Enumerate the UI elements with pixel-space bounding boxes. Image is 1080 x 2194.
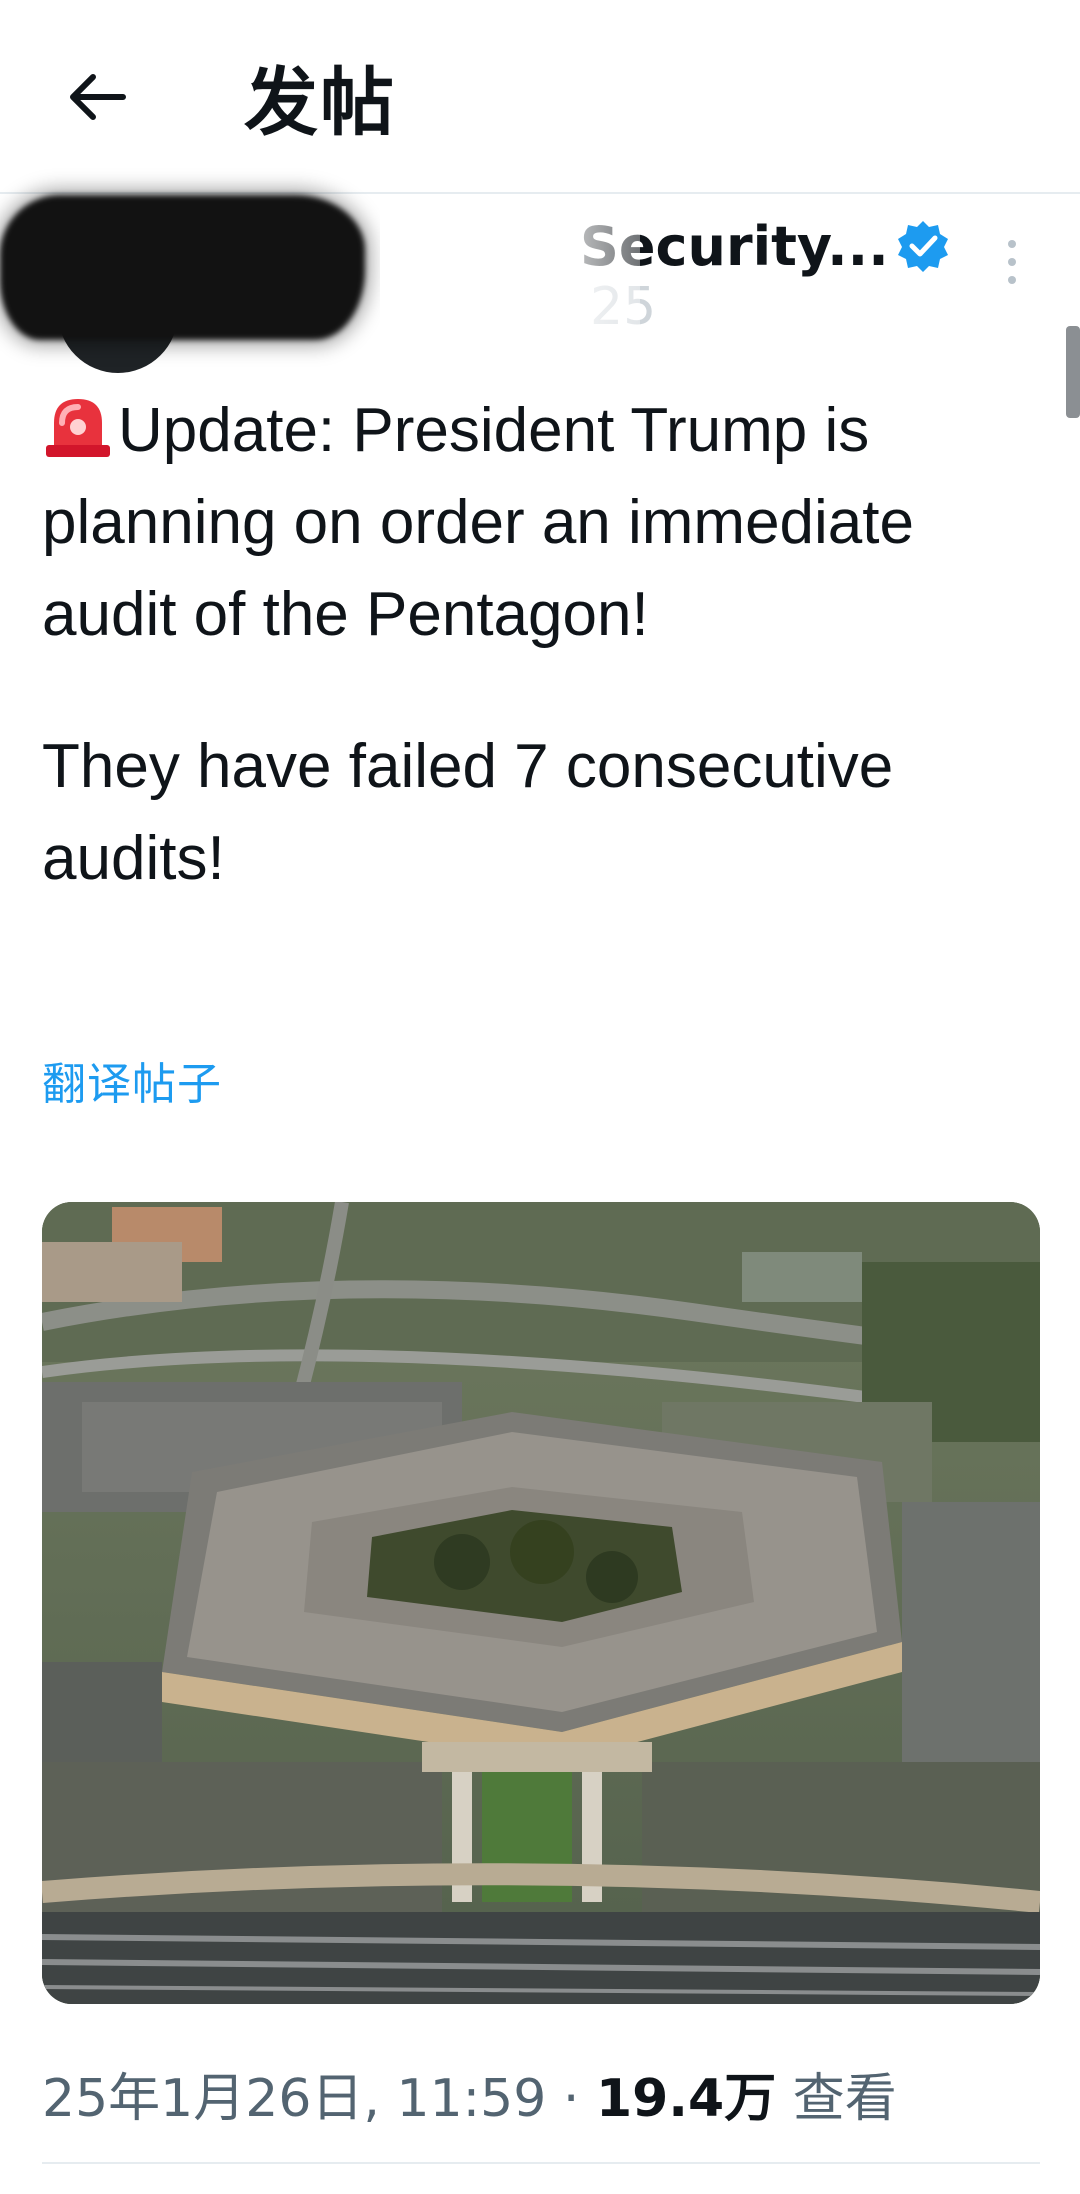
top-bar: 发帖 bbox=[0, 0, 1080, 194]
post-image[interactable] bbox=[42, 1202, 1040, 2004]
view-count[interactable]: 19.4万 bbox=[596, 2069, 776, 2129]
meta-dot: · bbox=[546, 2069, 596, 2129]
post-metadata: 25年1月26日, 11:59 · 19.4万 查看 bbox=[42, 2056, 897, 2131]
more-dots-icon bbox=[1008, 240, 1016, 248]
redaction-blur bbox=[0, 195, 365, 340]
translate-post-link[interactable]: 翻译帖子 bbox=[42, 1048, 222, 1112]
page-title: 发帖 bbox=[244, 60, 396, 146]
views-label[interactable]: 查看 bbox=[793, 2069, 897, 2129]
post-date: 25年1月26日 bbox=[42, 2069, 364, 2129]
post-author[interactable]: 25 Security... bbox=[0, 195, 1080, 373]
redaction-fade bbox=[380, 205, 640, 345]
post-text: Update: President Trump is planning on o… bbox=[42, 385, 1042, 905]
post-paragraph-2: They have failed 7 consecutive audits! bbox=[42, 732, 894, 893]
more-dot bbox=[1008, 276, 1016, 284]
meta-space bbox=[776, 2069, 793, 2129]
divider bbox=[42, 2162, 1040, 2164]
siren-emoji-icon bbox=[46, 399, 110, 457]
back-button[interactable] bbox=[62, 62, 132, 132]
post-time: 11:59 bbox=[396, 2069, 547, 2129]
verified-badge-icon bbox=[898, 221, 948, 272]
post-paragraph-1: Update: President Trump is planning on o… bbox=[42, 385, 1042, 661]
more-dot bbox=[1008, 258, 1016, 266]
meta-sep: , bbox=[363, 2069, 397, 2129]
post-paragraph-1-text: Update: President Trump is planning on o… bbox=[42, 396, 914, 649]
pentagon-aerial-photo bbox=[42, 1202, 1040, 2004]
arrow-left-icon bbox=[70, 74, 126, 120]
more-options-button[interactable] bbox=[995, 240, 1029, 300]
scrollbar[interactable] bbox=[1066, 326, 1080, 418]
